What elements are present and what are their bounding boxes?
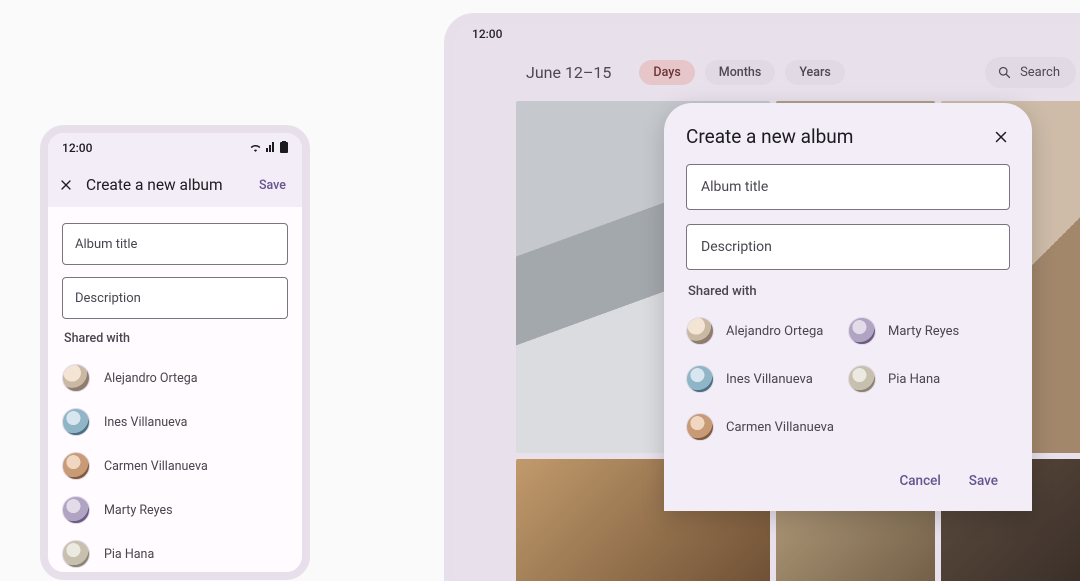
tablet-header: June 12–15 Days Months Years Search — [454, 49, 1080, 102]
avatar — [686, 317, 714, 345]
segment-days[interactable]: Days — [639, 60, 694, 85]
list-item[interactable]: Pia Hana — [848, 355, 1010, 403]
wifi-icon — [249, 141, 262, 155]
avatar — [62, 408, 90, 436]
segment-years[interactable]: Years — [785, 60, 845, 85]
list-item[interactable]: Alejandro Ortega — [62, 356, 288, 400]
segment-months[interactable]: Months — [705, 60, 776, 85]
shared-with-label: Shared with — [688, 284, 1010, 299]
contact-name: Ines Villanueva — [104, 415, 187, 430]
description-input[interactable]: Description — [686, 224, 1010, 270]
phone-save-button[interactable]: Save — [253, 172, 292, 199]
list-item[interactable]: Carmen Villanueva — [62, 444, 288, 488]
cellular-icon — [265, 141, 277, 155]
list-item[interactable]: Pia Hana — [62, 532, 288, 576]
description-input[interactable]: Description — [62, 277, 288, 319]
contacts-grid: Alejandro Ortega Ines Villanueva Carmen … — [686, 307, 1010, 451]
list-item[interactable]: Carmen Villanueva — [686, 403, 848, 451]
contact-name: Pia Hana — [888, 372, 940, 387]
album-title-input[interactable]: Album title — [62, 223, 288, 265]
description-placeholder: Description — [75, 291, 141, 306]
status-icons — [249, 141, 288, 156]
search-placeholder: Search — [1020, 65, 1060, 80]
contact-name: Pia Hana — [104, 547, 154, 562]
avatar — [62, 452, 90, 480]
date-range: June 12–15 — [526, 63, 611, 82]
dialog-actions: Cancel Save — [686, 465, 1010, 497]
list-item[interactable]: Ines Villanueva — [686, 355, 848, 403]
battery-icon — [280, 141, 288, 156]
phone-body: Album title Description Shared with Alej… — [48, 207, 302, 572]
avatar — [62, 496, 90, 524]
create-album-dialog: Create a new album Album title Descripti… — [664, 103, 1032, 511]
avatar — [686, 413, 714, 441]
phone-title: Create a new album — [86, 176, 241, 194]
list-item[interactable]: Alejandro Ortega — [686, 307, 848, 355]
close-icon[interactable] — [58, 177, 74, 193]
contact-name: Carmen Villanueva — [726, 420, 834, 435]
search-icon — [997, 65, 1012, 80]
shared-with-label: Shared with — [64, 331, 288, 346]
list-item[interactable]: Marty Reyes — [62, 488, 288, 532]
phone-frame: 12:00 Create a new album Save Album titl… — [40, 125, 310, 580]
status-time: 12:00 — [62, 141, 92, 155]
segmented-control: Days Months Years — [639, 60, 844, 85]
contact-name: Ines Villanueva — [726, 372, 813, 387]
status-time: 12:00 — [472, 27, 502, 41]
avatar — [62, 364, 90, 392]
dialog-title: Create a new album — [686, 125, 992, 148]
avatar — [62, 540, 90, 568]
contact-name: Alejandro Ortega — [726, 324, 823, 339]
album-title-placeholder: Album title — [75, 237, 137, 252]
contact-name: Marty Reyes — [104, 503, 173, 518]
phone-top-app-bar: Create a new album Save — [48, 163, 302, 207]
search-input[interactable]: Search — [985, 57, 1076, 88]
contact-name: Marty Reyes — [888, 324, 959, 339]
album-title-placeholder: Album title — [701, 179, 768, 195]
description-placeholder: Description — [701, 239, 772, 255]
contact-name: Alejandro Ortega — [104, 371, 198, 386]
album-title-input[interactable]: Album title — [686, 164, 1010, 210]
tablet-status-bar: 12:00 — [454, 23, 1080, 49]
avatar — [848, 317, 876, 345]
cancel-button[interactable]: Cancel — [887, 465, 952, 497]
contact-name: Carmen Villanueva — [104, 459, 208, 474]
close-icon[interactable] — [992, 128, 1010, 146]
save-button[interactable]: Save — [957, 465, 1010, 497]
avatar — [686, 365, 714, 393]
avatar — [848, 365, 876, 393]
list-item[interactable]: Ines Villanueva — [62, 400, 288, 444]
list-item[interactable]: Marty Reyes — [848, 307, 1010, 355]
phone-status-bar: 12:00 — [48, 133, 302, 163]
dialog-header: Create a new album — [686, 125, 1010, 148]
tablet-frame: 12:00 June 12–15 Days Months Years Searc… — [444, 13, 1080, 581]
